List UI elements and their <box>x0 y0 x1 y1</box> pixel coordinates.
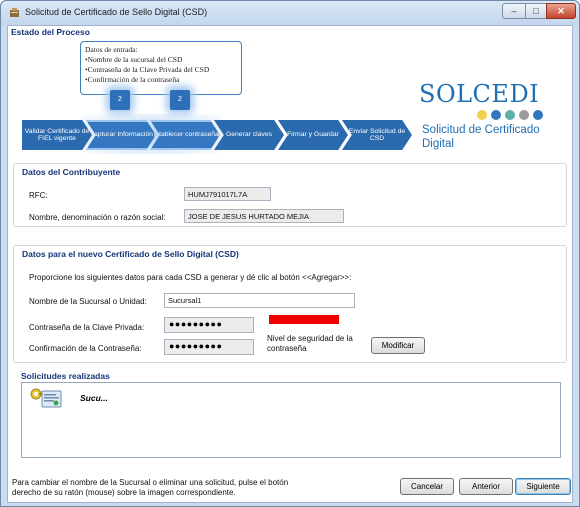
sucursal-label: Nombre de la Sucursal o Unidad: <box>29 297 147 306</box>
close-icon: ✕ <box>557 6 565 16</box>
input-data-box: Datos de entrada: •Nombre de la sucursal… <box>80 41 242 95</box>
back-button[interactable]: Anterior <box>459 478 513 495</box>
close-button[interactable]: ✕ <box>546 3 576 19</box>
csd-title: Datos para el nuevo Certificado de Sello… <box>22 249 239 259</box>
contribuyente-title: Datos del Contribuyente <box>22 167 121 177</box>
maximize-icon: □ <box>533 6 539 16</box>
minimize-button[interactable]: – <box>502 3 526 19</box>
certificate-key-icon <box>30 388 62 408</box>
solicitud-label: Sucu... <box>80 393 108 403</box>
sucursal-input[interactable]: Sucursal1 <box>164 293 355 308</box>
footer-hint: Para cambiar el nombre de la Sucursal o … <box>12 478 289 497</box>
maximize-button[interactable]: □ <box>525 3 547 19</box>
password-label: Contraseña de la Clave Privada: <box>29 323 145 332</box>
logo-dot <box>505 110 515 120</box>
step-capturar: Capturar Información <box>86 120 156 150</box>
step-firmar: Firmar y Guardar <box>278 120 348 150</box>
strength-label: Nivel de seguridad de la contraseña <box>267 334 353 353</box>
password-strength-bar <box>269 315 339 324</box>
process-steps: Validar Certificado de FIEL vigente Capt… <box>22 120 414 150</box>
title-bar[interactable]: Solicitud de Certificado de Sello Digita… <box>1 1 579 25</box>
next-button[interactable]: Siguiente <box>515 478 571 495</box>
solicitudes-list: Sucu... <box>21 382 561 458</box>
logo-dot <box>491 110 501 120</box>
step-validar: Validar Certificado de FIEL vigente <box>22 120 92 150</box>
password-input[interactable]: ●●●●●●●●● <box>164 317 254 333</box>
logo-dot <box>519 110 529 120</box>
input-data-heading: Datos de entrada: <box>85 45 138 54</box>
step-badge: 2 <box>170 90 190 110</box>
logo-subtitle-line: Solicitud de Certificado <box>422 124 540 136</box>
input-data-item: •Nombre de la sucursal del CSD <box>85 55 183 64</box>
solicitudes-title: Solicitudes realizadas <box>21 371 110 381</box>
logo-dot <box>477 110 487 120</box>
logo-subtitle-line: Digital <box>422 138 454 150</box>
logo-dot <box>533 110 543 120</box>
nombre-field: JOSE DE JESUS HURTADO MEJIA <box>184 209 344 223</box>
solcedi-logo: SOLCEDI <box>419 80 540 108</box>
input-data-item: •Confirmación de la contraseña <box>85 75 180 84</box>
input-data-item: •Contraseña de la Clave Privada del CSD <box>85 65 210 74</box>
process-panel: Estado del Proceso Datos de entrada: •No… <box>8 26 572 156</box>
process-title: Estado del Proceso <box>11 27 90 37</box>
nombre-label: Nombre, denominación o razón social: <box>29 213 166 222</box>
csd-group: Datos para el nuevo Certificado de Sello… <box>13 245 567 363</box>
window-title: Solicitud de Certificado de Sello Digita… <box>25 7 208 17</box>
logo-subtitle: Solicitud de Certificado Digital <box>422 123 540 151</box>
minimize-icon: – <box>511 6 517 16</box>
confirm-label: Confirmación de la Contraseña: <box>29 344 142 353</box>
dialog-body: Estado del Proceso Datos de entrada: •No… <box>7 25 573 503</box>
modify-button[interactable]: Modificar <box>371 337 425 354</box>
cancel-button[interactable]: Cancelar <box>400 478 454 495</box>
step-enviar: Enviar Solicitud de CSD <box>342 120 412 150</box>
confirm-password-input[interactable]: ●●●●●●●●● <box>164 339 254 355</box>
rfc-field: HUMJ791017L7A <box>184 187 271 201</box>
step-establecer: Establecer contraseña <box>150 120 220 150</box>
app-icon <box>10 8 19 17</box>
contribuyente-group: Datos del Contribuyente RFC: HUMJ791017L… <box>13 163 567 227</box>
rfc-label: RFC: <box>29 191 48 200</box>
csd-instruction: Proporcione los siguientes datos para ca… <box>29 273 352 282</box>
step-generar: Generar claves <box>214 120 284 150</box>
app-window: Solicitud de Certificado de Sello Digita… <box>0 0 580 507</box>
step-badge: 2 <box>110 90 130 110</box>
